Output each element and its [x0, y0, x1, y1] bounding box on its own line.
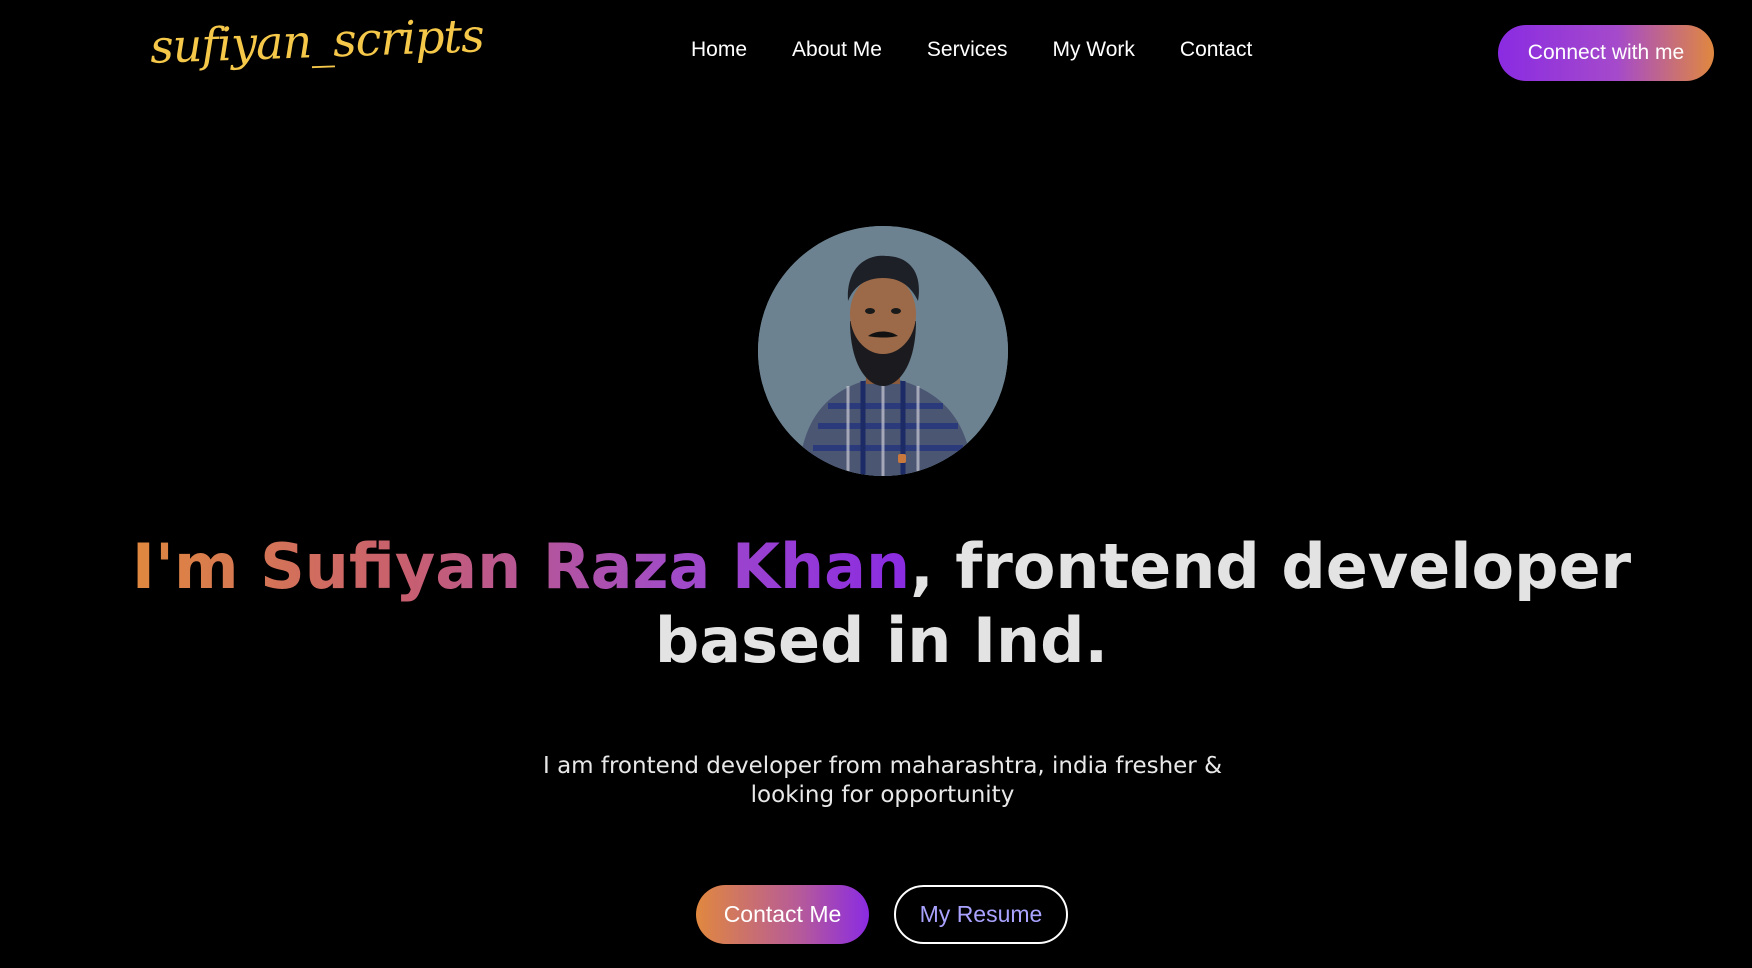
- portfolio-page: sufiyan_scripts Home About Me Services M…: [0, 0, 1752, 968]
- nav-item-about-me[interactable]: About Me: [792, 38, 882, 62]
- hero-headline: I'm Sufiyan Raza Khan, frontend develope…: [100, 530, 1663, 678]
- main-nav: Home About Me Services My Work Contact: [691, 38, 1252, 62]
- nav-item-services[interactable]: Services: [927, 38, 1008, 62]
- profile-avatar: [758, 226, 1008, 476]
- nav-item-my-work[interactable]: My Work: [1052, 38, 1134, 62]
- hero-headline-name: I'm Sufiyan Raza Khan: [131, 530, 911, 603]
- hero-description: I am frontend developer from maharashtra…: [542, 753, 1223, 808]
- my-resume-button[interactable]: My Resume: [894, 885, 1068, 944]
- profile-photo-icon: [758, 226, 1008, 476]
- site-logo[interactable]: sufiyan_scripts: [149, 8, 484, 74]
- nav-item-home[interactable]: Home: [691, 38, 747, 62]
- contact-me-button[interactable]: Contact Me: [696, 885, 869, 944]
- nav-item-contact[interactable]: Contact: [1180, 38, 1252, 62]
- connect-with-me-button[interactable]: Connect with me: [1498, 25, 1714, 81]
